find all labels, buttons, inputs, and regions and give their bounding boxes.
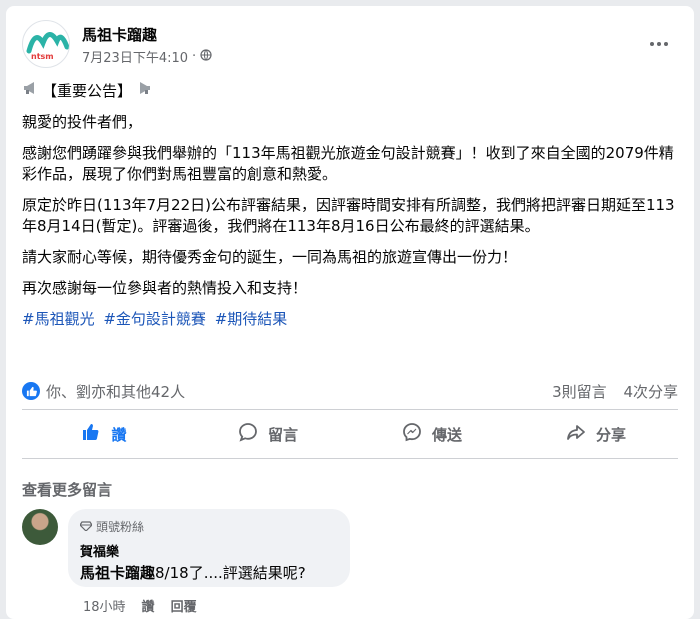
meta-separator: · (192, 49, 197, 64)
post-body: 【重要公告】 親愛的投件者們， 感謝您們踴躍參與我們舉辦的「113年馬祖觀光旅遊… (22, 80, 678, 340)
send-button[interactable]: 傳送 (350, 414, 514, 454)
comment-body: 8/18了....評選結果呢? (155, 564, 306, 582)
send-label: 傳送 (431, 425, 462, 444)
comment-text: 馬祖卡蹓趣8/18了....評選結果呢? (80, 562, 338, 583)
reaction-bar: 你、劉亦和其他42人 3則留言 4次分享 (22, 379, 678, 403)
diamond-icon (79, 520, 93, 534)
share-label: 分享 (595, 425, 626, 444)
like-reaction-icon[interactable] (22, 382, 40, 400)
divider (22, 409, 678, 410)
fan-badge-label: 頭號粉絲 (96, 520, 145, 534)
hashtag-list: #馬祖觀光 #金句設計競賽 #期待結果 (22, 309, 678, 330)
megaphone-icon (134, 80, 152, 102)
post-paragraph: 請大家耐心等候，期待優秀金句的誕生，一同為馬祖的旅遊宣傳出一份力！ (22, 248, 518, 266)
share-icon (566, 422, 586, 446)
announcement-line: 【重要公告】 (22, 80, 678, 102)
share-button[interactable]: 分享 (514, 414, 678, 454)
post-timestamp[interactable]: 7月23日下午4:10 (82, 47, 188, 66)
hashtag-link[interactable]: #馬祖觀光 (22, 310, 95, 328)
reaction-summary[interactable]: 你、劉亦和其他42人 (46, 381, 540, 402)
comment-meta: 18小時 讚 回覆 (83, 596, 197, 615)
comment-icon (238, 422, 258, 446)
comment-time[interactable]: 18小時 (83, 596, 126, 615)
comment-reply-button[interactable]: 回覆 (171, 596, 197, 615)
top-fan-badge[interactable]: 頭號粉絲 (79, 518, 338, 535)
more-options-icon[interactable] (644, 32, 674, 56)
like-button[interactable]: 讚 (22, 414, 186, 454)
commenter-avatar[interactable] (22, 509, 58, 545)
comment-bubble: 頭號粉絲 賀福樂 馬祖卡蹓趣8/18了....評選結果呢? (68, 509, 350, 587)
post-paragraph: 原定於昨日(113年7月22日)公布評審結果，因評審時間安排有所調整，我們將把評… (22, 196, 675, 235)
commenter-name[interactable]: 賀福樂 (80, 541, 338, 560)
share-count[interactable]: 4次分享 (623, 383, 678, 401)
page-mention[interactable]: 馬祖卡蹓趣 (80, 564, 155, 582)
comment-label: 留言 (267, 425, 298, 444)
view-more-comments-link[interactable]: 查看更多留言 (22, 479, 112, 500)
hashtag-link[interactable]: #期待結果 (215, 310, 288, 328)
comment-like-button[interactable]: 讚 (142, 596, 155, 615)
divider (22, 458, 678, 459)
like-label: 讚 (111, 425, 127, 444)
hashtag-link[interactable]: #金句設計競賽 (103, 310, 206, 328)
thumbs-up-icon (81, 422, 101, 446)
post-card: ntsm 馬祖卡蹓趣 7月23日下午4:10 · 【重要公告】 親愛的投件者們，… (6, 6, 694, 619)
megaphone-icon (22, 80, 40, 102)
action-bar: 讚 留言 傳送 分享 (22, 414, 678, 454)
post-stats: 3則留言 4次分享 (540, 381, 678, 402)
post-paragraph: 感謝您們踴躍參與我們舉辦的「113年馬祖觀光旅遊金句設計競賽」！收到了來自全國的… (22, 144, 674, 183)
post-greeting: 親愛的投件者們， (22, 113, 143, 131)
globe-icon (200, 48, 212, 65)
page-avatar[interactable]: ntsm (22, 20, 70, 68)
page-name[interactable]: 馬祖卡蹓趣 (82, 24, 157, 45)
svg-text:ntsm: ntsm (31, 52, 54, 61)
announcement-title: 【重要公告】 (42, 81, 133, 100)
comment-button[interactable]: 留言 (186, 414, 350, 454)
post-paragraph: 再次感謝每一位參與者的熱情投入和支持！ (22, 279, 308, 297)
post-header: ntsm 馬祖卡蹓趣 7月23日下午4:10 · (22, 20, 678, 70)
comment-count[interactable]: 3則留言 (552, 383, 607, 401)
messenger-icon (402, 422, 422, 446)
post-meta: 7月23日下午4:10 · (82, 47, 212, 66)
